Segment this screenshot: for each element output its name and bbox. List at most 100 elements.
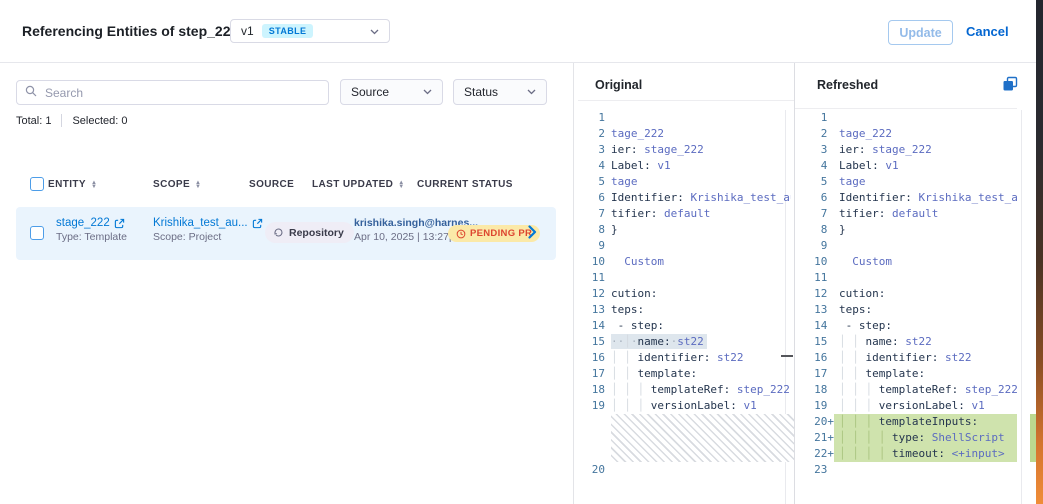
original-code[interactable]: 12tage_2223ier: stage_2224Label: v15tage… <box>578 110 791 478</box>
code-line: 16│ │ identifier: st22 <box>578 350 791 366</box>
chevron-down-icon <box>423 89 432 95</box>
scope-type: Scope: Project <box>153 231 263 243</box>
source-filter-dropdown[interactable]: Source <box>340 79 443 105</box>
column-header-current-status: CURRENT STATUS <box>417 179 513 190</box>
code-line: 17│ │ template: <box>578 366 791 382</box>
page-title: Referencing Entities of step_222 <box>22 23 238 39</box>
chevron-down-icon <box>370 22 379 40</box>
scope-link[interactable]: Krishika_test_au... <box>153 217 263 229</box>
clock-icon <box>456 229 466 239</box>
dialog-header: Referencing Entities of step_222 v1 STAB… <box>0 0 1043 63</box>
search-icon <box>25 84 37 102</box>
code-line: 16 │ │ identifier: st22 <box>801 350 1017 366</box>
divider <box>578 100 794 101</box>
code-line: 20+│ │ │ templateInputs: <box>801 414 1017 430</box>
code-line: 5tage <box>578 174 791 190</box>
code-line: 7 tifier: default <box>801 206 1017 222</box>
selection-summary: Total: 1 Selected: 0 <box>16 114 128 127</box>
code-line: 20 <box>578 462 791 478</box>
code-line: 8} <box>578 222 791 238</box>
external-link-icon <box>252 218 263 229</box>
column-header-last-updated: LAST UPDATED ▲▼ <box>312 179 405 190</box>
divider <box>795 108 1017 109</box>
code-line: 23 <box>801 462 1017 478</box>
code-line: 19 │ │ │ versionLabel: v1 <box>801 398 1017 414</box>
refreshed-overview-ruler <box>1021 110 1022 504</box>
table-row[interactable]: stage_222 Type: Template Krishika_test_a… <box>16 207 556 260</box>
code-line: 11 <box>578 270 791 286</box>
chevron-right-icon <box>528 225 537 239</box>
referencing-entities-list-panel: Source Status Total: 1 Selected: 0 ENTIT… <box>0 63 573 504</box>
scope-cell: Krishika_test_au... Scope: Project <box>153 217 263 243</box>
chevron-down-icon <box>527 89 536 95</box>
search-box <box>16 80 329 105</box>
code-line: 13teps: <box>578 302 791 318</box>
code-line: 6 Identifier: Krishika_test_auto <box>801 190 1017 206</box>
code-line: 10 Custom <box>801 254 1017 270</box>
original-pane-title: Original <box>595 78 642 92</box>
code-line: 1 <box>801 110 1017 126</box>
code-line: 5 tage <box>801 174 1017 190</box>
code-line: 18 │ │ │ templateRef: step_222 <box>801 382 1017 398</box>
column-header-scope: SCOPE ▲▼ <box>153 179 201 190</box>
code-line: 3ier: stage_222 <box>578 142 791 158</box>
entity-type: Type: Template <box>56 231 127 243</box>
code-line: 1 <box>578 110 791 126</box>
code-line: 21+│ │ │ │ type: ShellScript <box>801 430 1017 446</box>
column-header-source: SOURCE <box>249 179 294 190</box>
status-filter-label: Status <box>464 85 498 99</box>
code-line: 17 │ │ template: <box>801 366 1017 382</box>
code-line: 14 - step: <box>801 318 1017 334</box>
copy-icon[interactable] <box>1002 76 1018 97</box>
code-line: 14 - step: <box>578 318 791 334</box>
source-filter-label: Source <box>351 85 389 99</box>
update-button[interactable]: Update <box>888 20 953 45</box>
sort-icon[interactable]: ▲▼ <box>91 181 97 189</box>
version-select[interactable]: v1 STABLE <box>230 19 390 43</box>
code-line: 9 <box>578 238 791 254</box>
code-line: 9 <box>801 238 1017 254</box>
code-line: 18│ │ │ templateRef: step_222 <box>578 382 791 398</box>
selected-count: Selected: 0 <box>72 115 127 127</box>
entity-link[interactable]: stage_222 <box>56 217 127 229</box>
code-line: 15··│·name:·st22 <box>578 334 791 350</box>
version-label: v1 <box>241 24 254 38</box>
code-line: 2tage_222 <box>578 126 791 142</box>
sort-icon[interactable]: ▲▼ <box>195 181 201 189</box>
sort-icon[interactable]: ▲▼ <box>398 181 404 189</box>
search-input[interactable] <box>43 85 320 101</box>
code-line: 3 ier: stage_222 <box>801 142 1017 158</box>
status-badge: PENDING PR <box>448 225 540 242</box>
code-line: 4 Label: v1 <box>801 158 1017 174</box>
refreshed-code[interactable]: 1 2 tage_2223 ier: stage_2224 Label: v15… <box>801 110 1017 478</box>
yaml-diff-panel: Original Refreshed 12tage_2223ier: stage… <box>573 63 1036 504</box>
code-line: 4Label: v1 <box>578 158 791 174</box>
code-line: 15 │ │ name: st22 <box>801 334 1017 350</box>
code-line: 8 } <box>801 222 1017 238</box>
code-line: 12cution: <box>578 286 791 302</box>
code-line: 7tifier: default <box>578 206 791 222</box>
referencing-entities-dialog: Referencing Entities of step_222 v1 STAB… <box>0 0 1043 504</box>
total-count: Total: 1 <box>16 115 51 127</box>
version-status-badge: STABLE <box>262 24 314 38</box>
source-badge: Repository <box>265 222 354 243</box>
column-header-entity: ENTITY ▲▼ <box>48 179 97 190</box>
external-link-icon <box>114 218 125 229</box>
code-line: 19│ │ │ versionLabel: v1 <box>578 398 791 414</box>
expand-row-button[interactable] <box>528 225 537 244</box>
code-line: 10 Custom <box>578 254 791 270</box>
collapsed-region-placeholder <box>611 414 794 462</box>
status-filter-dropdown[interactable]: Status <box>453 79 547 105</box>
cancel-button[interactable]: Cancel <box>966 24 1009 39</box>
code-line: 12 cution: <box>801 286 1017 302</box>
background-edge-strip <box>1036 0 1043 504</box>
code-line: 13 teps: <box>801 302 1017 318</box>
entity-cell: stage_222 Type: Template <box>56 217 127 243</box>
select-all-checkbox[interactable] <box>30 177 44 191</box>
row-checkbox[interactable] <box>30 226 44 240</box>
code-line: 6Identifier: Krishika_test_auto <box>578 190 791 206</box>
divider <box>61 114 62 127</box>
pane-divider <box>794 63 795 504</box>
code-line: 11 <box>801 270 1017 286</box>
code-line: 2 tage_222 <box>801 126 1017 142</box>
